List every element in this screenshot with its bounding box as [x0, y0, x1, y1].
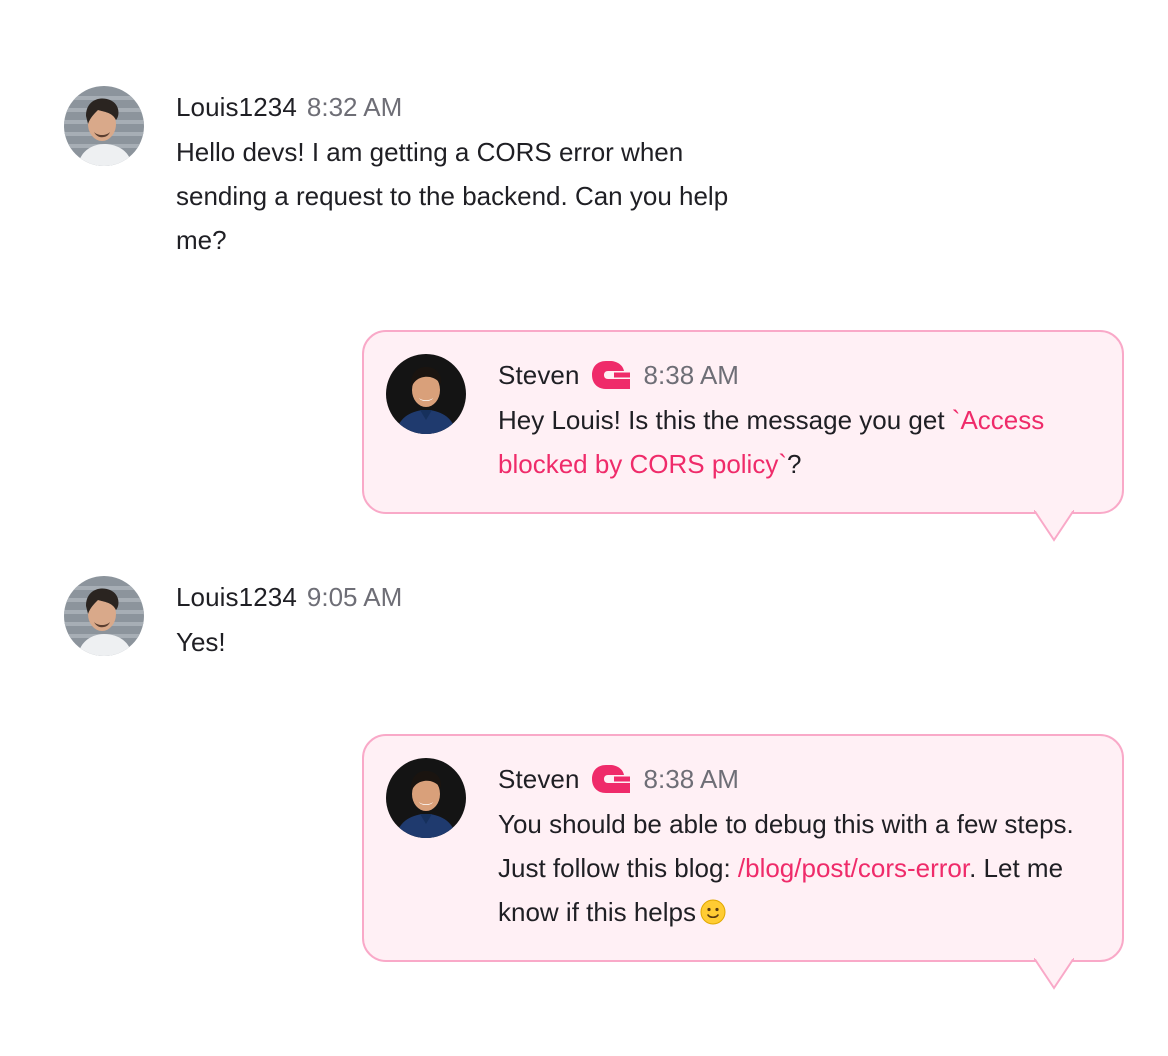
avatar-louis-image	[64, 86, 144, 166]
message-text-after: ?	[787, 449, 802, 479]
brand-logo-icon	[590, 359, 632, 391]
chat-bubble-steven-2: Steven 8:38 AM You should be able to deb…	[362, 734, 1124, 990]
slightly-smiling-face-icon	[700, 894, 726, 925]
author-name[interactable]: Steven	[498, 360, 580, 391]
chat-bubble-steven-1: Steven 8:38 AM Hey Louis! Is this the me…	[362, 330, 1124, 542]
brand-logo-icon	[590, 763, 632, 795]
message-text: Yes!	[176, 627, 226, 657]
chat-message-louis-2: Louis1234 9:05 AM Yes!	[64, 576, 784, 664]
bubble-tail	[1034, 958, 1074, 990]
author-name[interactable]: Louis1234	[176, 92, 297, 123]
message-text-before: Hey Louis! Is this the message you get	[498, 405, 952, 435]
author-name[interactable]: Louis1234	[176, 582, 297, 613]
avatar-louis[interactable]	[64, 86, 144, 166]
avatar-louis-image	[64, 576, 144, 656]
bubble-tail	[1034, 510, 1074, 542]
chat-message-louis-1: Louis1234 8:32 AM Hello devs! I am getti…	[64, 86, 784, 262]
avatar-louis[interactable]	[64, 576, 144, 656]
author-name[interactable]: Steven	[498, 764, 580, 795]
message-timestamp: 8:38 AM	[643, 763, 739, 794]
blog-link[interactable]: /blog/post/cors-error	[738, 853, 969, 883]
message-text: Hello devs! I am getting a CORS error wh…	[176, 137, 729, 255]
message-timestamp: 8:32 AM	[306, 91, 403, 122]
avatar-steven-image	[386, 354, 466, 434]
message-timestamp: 9:05 AM	[306, 581, 403, 612]
message-text: You should be able to debug this with a …	[498, 802, 1098, 934]
avatar-steven[interactable]	[386, 354, 466, 434]
message-timestamp: 8:38 AM	[643, 359, 739, 390]
message-text: Hey Louis! Is this the message you get `…	[498, 398, 1098, 486]
avatar-steven-image	[386, 758, 466, 838]
avatar-steven[interactable]	[386, 758, 466, 838]
